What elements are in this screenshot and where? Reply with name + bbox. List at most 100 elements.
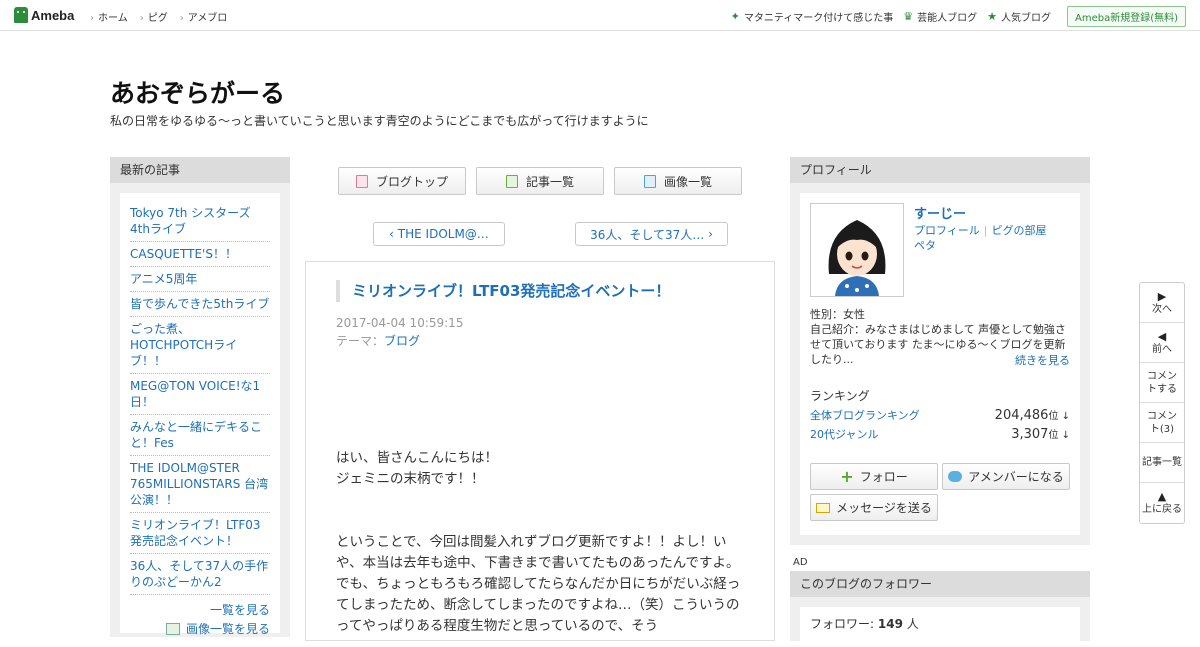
profile-name[interactable]: すーじー xyxy=(914,203,966,222)
profile-heading: プロフィール xyxy=(790,157,1090,183)
followers-heading: このブログのフォロワー xyxy=(790,571,1090,597)
ameba-logo[interactable]: Ameba xyxy=(14,7,74,23)
blog-top-button[interactable]: ブログトップ xyxy=(338,167,466,195)
gnav-link-pigg[interactable]: ピグ xyxy=(140,9,168,24)
genre-ranking-link[interactable]: 20代ジャンル xyxy=(810,426,878,442)
back-to-top-label: 上に戻る xyxy=(1142,504,1182,515)
list-item: 36人、そして37人の手作りのぷどーかん2 xyxy=(130,554,270,595)
see-all-articles: 一覧を見る xyxy=(130,601,270,618)
blog-toolbar: ブログトップ 記事一覧 画像一覧 xyxy=(338,167,752,195)
recent-link[interactable]: アニメ5周年 xyxy=(130,272,197,286)
pigg-room-link[interactable]: ピグの部屋 xyxy=(992,224,1047,237)
article-title[interactable]: ミリオンライブ！LTF03発売記念イベントー！ xyxy=(336,280,670,302)
next-article-button[interactable]: 36人、そして37人… › xyxy=(575,222,728,246)
article-theme: テーマ：ブログ xyxy=(336,332,420,349)
sparkle-icon: ✦ xyxy=(730,10,740,23)
article-list-float-button[interactable]: 記事一覧 xyxy=(1140,443,1184,483)
recent-link[interactable]: MEG@TON VOICE!な1日！ xyxy=(130,379,260,409)
rank-number: 3,307 xyxy=(1011,427,1049,442)
signup-button[interactable]: Ameba新規登録(無料) xyxy=(1066,6,1186,27)
gnav-popular-label: 人気ブログ xyxy=(1000,13,1051,24)
list-item: ごった煮、HOTCHPOTCHライブ！！ xyxy=(130,317,270,374)
follow-label: フォロー xyxy=(859,470,908,484)
star-icon: ★ xyxy=(987,10,997,23)
article-list-label: 記事一覧 xyxy=(525,174,574,189)
followers-count[interactable]: 149 xyxy=(878,617,903,631)
list-item: THE IDOLM@STER 765MILLIONSTARS 台湾公演！！ xyxy=(130,456,270,513)
crown-icon: ♛ xyxy=(903,10,914,23)
followers-unit: 人 xyxy=(906,617,919,631)
rank-unit: 位 xyxy=(1048,411,1059,422)
gnav-right: ✦ マタニティマーク付けて感じた事 ♛ 芸能人ブログ ★ 人気ブログ Ameba新規登… xyxy=(721,6,1186,27)
triangle-left-icon: ◀ xyxy=(1157,329,1167,343)
see-images-link[interactable]: 画像一覧を見る xyxy=(186,620,270,637)
gnav-trend-label: マタニティマーク付けて感じた事 xyxy=(743,13,894,24)
document-icon xyxy=(355,174,368,188)
blog-title[interactable]: あおぞらがーる xyxy=(110,74,285,110)
followers-label: フォロワー: xyxy=(810,617,875,631)
next-button[interactable]: ▶ 次へ xyxy=(1140,283,1184,323)
comment-count-button[interactable]: コメント(3) xyxy=(1140,403,1184,443)
global-nav: Ameba ホーム ピグ アメブロ ✦マタニティマーク付けて感じた事 ♛芸能人ブ… xyxy=(0,0,1200,31)
message-button[interactable]: メッセージを送る xyxy=(810,494,938,521)
overall-ranking-value: 204,486位 ↓ xyxy=(995,407,1070,423)
chevron-right-icon: › xyxy=(704,227,713,241)
peta-link[interactable]: ペタ xyxy=(914,239,936,252)
ranking-row: 全体ブログランキング 204,486位 ↓ xyxy=(810,407,1070,423)
message-label: メッセージを送る xyxy=(836,501,932,515)
recent-link[interactable]: 36人、そして37人の手作りのぷどーかん2 xyxy=(130,559,268,589)
read-more-link[interactable]: 続きを見る xyxy=(1015,352,1070,368)
down-arrow-icon: ↓ xyxy=(1058,411,1070,422)
blog-top-label: ブログトップ xyxy=(375,174,448,189)
mail-icon xyxy=(816,502,831,513)
list-item: CASQUETTE'S！！ xyxy=(130,242,270,267)
rank-number: 204,486 xyxy=(994,408,1049,423)
theme-link[interactable]: ブログ xyxy=(384,334,420,348)
gnav-trend-link[interactable]: ✦ マタニティマーク付けて感じた事 xyxy=(731,9,894,24)
recent-link[interactable]: THE IDOLM@STER 765MILLIONSTARS 台湾公演！！ xyxy=(130,461,268,507)
overall-ranking-link[interactable]: 全体ブログランキング xyxy=(810,407,920,423)
profile-card: すーじー プロフィール | ピグの部屋 ペタ 性別：女性 自己紹介：みなさまはじめま… xyxy=(800,193,1080,535)
blog-description: 私の日常をゆるゆる～っと書いていこうと思います青空のようにどこまでも広がって行け… xyxy=(110,114,649,128)
amember-label: アメンバーになる xyxy=(968,470,1064,484)
article-list-button[interactable]: 記事一覧 xyxy=(476,167,604,195)
gnav-link-ameblo[interactable]: アメブロ xyxy=(180,9,228,24)
triangle-right-icon: ▶ xyxy=(1157,289,1167,303)
body-line: はい、皆さんこんにちは！ xyxy=(336,450,498,466)
follow-button[interactable]: + フォロー xyxy=(810,463,938,490)
recent-link[interactable]: ごった煮、HOTCHPOTCHライブ！！ xyxy=(130,322,237,368)
recent-link[interactable]: みんなと一緒にデキること！Fes xyxy=(130,420,262,450)
image-list-button[interactable]: 画像一覧 xyxy=(614,167,742,195)
prev-button[interactable]: ◀ 前へ xyxy=(1140,323,1184,363)
article: ミリオンライブ！LTF03発売記念イベントー！ 2017-04-04 10:59… xyxy=(305,261,775,641)
recent-heading: 最新の記事 xyxy=(110,157,290,183)
list-item: MEG@TON VOICE!な1日！ xyxy=(130,374,270,415)
profile-links: プロフィール | ピグの部屋 ペタ xyxy=(914,224,1047,252)
back-to-top-button[interactable]: ▲ 上に戻る xyxy=(1140,483,1184,523)
prev-article-label: THE IDOLM@… xyxy=(397,227,489,241)
recent-link[interactable]: 皆で歩んできた5thライブ xyxy=(130,297,269,311)
profile-panel: プロフィール すーじー プロフィール | ピグの部屋 ペタ 性別：女性 自己紹介：み… xyxy=(790,157,1090,545)
gnav-popular-link[interactable]: ★ 人気ブログ xyxy=(987,9,1051,24)
comment-button[interactable]: コメントする xyxy=(1140,363,1184,403)
article-body: はい、皆さんこんにちは！ ジェミニの末柄です！！ ということで、今回は間髪入れず… xyxy=(336,448,748,637)
profile-gender: 性別：女性 xyxy=(810,308,865,321)
recent-link[interactable]: Tokyo 7th シスターズ4thライブ xyxy=(130,206,251,236)
ameba-logo-text: Ameba xyxy=(31,7,75,23)
followers-card: フォロワー: 149 人 xyxy=(800,607,1080,647)
image-list-label: 画像一覧 xyxy=(663,174,712,189)
prev-label: 前へ xyxy=(1152,343,1172,355)
recent-link[interactable]: CASQUETTE'S！！ xyxy=(130,247,237,261)
see-all-link[interactable]: 一覧を見る xyxy=(210,603,270,617)
recent-link[interactable]: ミリオンライブ！LTF03発売記念イベント！ xyxy=(130,518,261,548)
comment-label: コメントする xyxy=(1147,370,1177,395)
body-paragraph: ということで、今回は間髪入れずブログ更新ですよ！！よし！いや、本当は去年も途中、… xyxy=(336,534,741,634)
amember-button[interactable]: アメンバーになる xyxy=(942,463,1070,490)
gnav-celebrity-link[interactable]: ♛ 芸能人ブログ xyxy=(903,9,977,24)
profile-link[interactable]: プロフィール xyxy=(914,224,980,237)
list-item: Tokyo 7th シスターズ4thライブ xyxy=(130,201,270,242)
gnav-link-home[interactable]: ホーム xyxy=(90,9,128,24)
prev-article-button[interactable]: ‹ THE IDOLM@… xyxy=(373,222,505,246)
list-item: 皆で歩んできた5thライブ xyxy=(130,292,270,317)
avatar[interactable] xyxy=(810,203,904,297)
